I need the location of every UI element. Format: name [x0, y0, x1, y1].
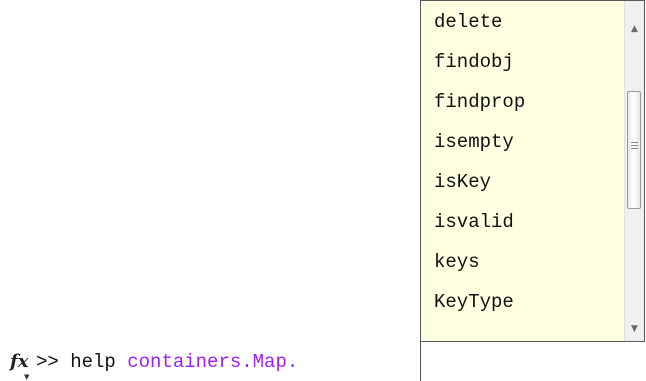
command-prompt: >> — [36, 350, 71, 373]
chevron-down-icon: ▼ — [24, 371, 30, 381]
autocomplete-item-label: findprop — [434, 91, 526, 113]
autocomplete-item-label: findobj — [434, 51, 514, 73]
scrollbar-thumb[interactable] — [627, 91, 641, 209]
matlab-command-window: delete findobj findprop isempty isKey is… — [0, 0, 646, 381]
command-line[interactable]: fx ▼ >> help containers.Map. — [0, 342, 420, 381]
autocomplete-item-keytype[interactable]: KeyType — [421, 291, 621, 341]
scroll-up-arrow-icon[interactable]: ▲ — [625, 19, 644, 39]
autocomplete-item-label: isempty — [434, 131, 514, 153]
autocomplete-item-label: isKey — [434, 171, 492, 193]
fx-icon[interactable]: fx ▼ — [10, 349, 34, 381]
command-text[interactable]: help — [70, 351, 127, 373]
autocomplete-list: delete findobj findprop isempty isKey is… — [421, 11, 621, 341]
autocomplete-item-label: isvalid — [434, 211, 514, 233]
command-argument[interactable]: containers.Map. — [127, 351, 298, 373]
grip-icon — [631, 142, 638, 149]
autocomplete-popup: delete findobj findprop isempty isKey is… — [420, 0, 645, 342]
autocomplete-item-label: delete — [434, 11, 503, 33]
autocomplete-item-label: KeyType — [434, 291, 514, 313]
command-input-area[interactable] — [420, 342, 645, 381]
popup-scrollbar[interactable]: ▲ ▼ — [624, 1, 644, 341]
autocomplete-item-label: keys — [434, 251, 480, 273]
scroll-down-arrow-icon[interactable]: ▼ — [625, 319, 644, 339]
